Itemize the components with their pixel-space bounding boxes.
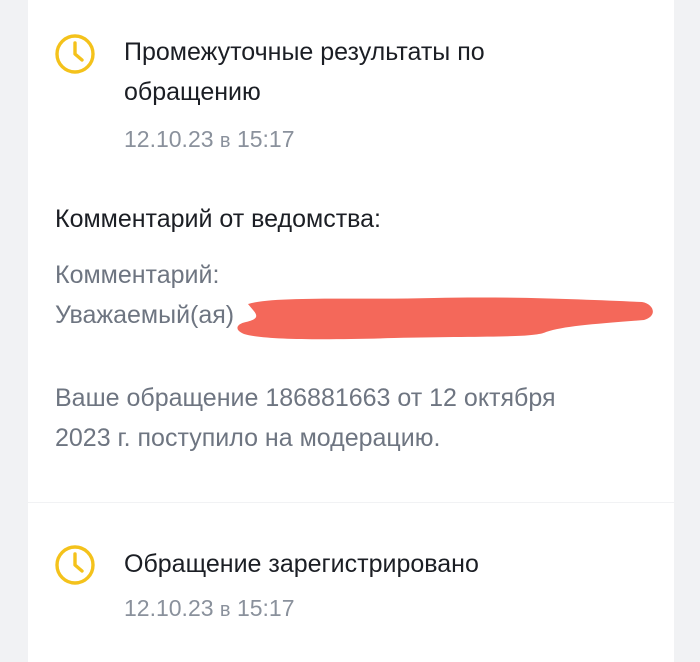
- event-timestamp: 12.10.23 в 15:17: [124, 593, 295, 625]
- agency-comment-message-line: Ваше обращение 186881663 от 12 октября: [55, 384, 556, 412]
- event-timestamp: 12.10.23 в 15:17: [124, 124, 295, 156]
- clock-icon: [55, 34, 95, 74]
- event-time-separator: в: [219, 599, 231, 621]
- appeal-timeline: Промежуточные результаты по обращению 12…: [0, 0, 700, 662]
- agency-comment-message: Ваше обращение 186881663 от 12 октября 2…: [55, 378, 645, 458]
- event-title: Обращение зарегистрировано: [124, 544, 594, 584]
- event-time: 15:17: [236, 126, 295, 152]
- event-title-line: Промежуточные результаты по: [124, 38, 485, 66]
- event-date: 12.10.23: [124, 595, 214, 621]
- event-time: 15:17: [236, 595, 295, 621]
- agency-comment-message-line: 2023 г. поступило на модерацию.: [55, 424, 441, 452]
- event-date: 12.10.23: [124, 126, 214, 152]
- event-title-line: обращению: [124, 78, 261, 106]
- agency-comment-label: Комментарий:: [55, 261, 220, 289]
- event-time-separator: в: [219, 130, 231, 152]
- redaction-scribble: [237, 297, 653, 340]
- agency-comment-heading: Комментарий от ведомства:: [55, 205, 381, 233]
- event-title-line: Обращение зарегистрировано: [124, 550, 479, 578]
- clock-icon: [55, 545, 95, 585]
- event-title: Промежуточные результаты по обращению: [124, 32, 594, 112]
